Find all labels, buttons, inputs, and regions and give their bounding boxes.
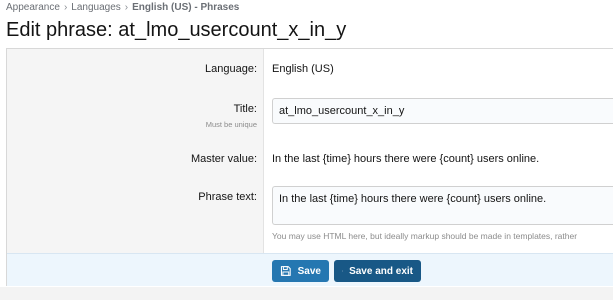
save-and-exit-button-label: Save and exit [349,265,413,277]
language-value: English (US) [272,63,334,75]
phrase-text-label: Phrase text: [198,191,257,203]
label-column [7,49,264,253]
master-value-label: Master value: [190,153,257,165]
title-hint: Must be unique [205,120,257,129]
page-footer-strip [0,287,613,300]
title-label: Title: [233,103,257,115]
breadcrumb: Appearance › Languages › English (US) - … [6,0,239,14]
save-and-exit-button[interactable]: Save and exit [334,260,421,282]
phrase-text-explain: You may use HTML here, but ideally marku… [272,231,578,241]
phrase-text-textarea[interactable]: In the last {time} hours there were {cou… [272,186,613,225]
breadcrumb-separator: › [124,1,129,13]
master-value-text: In the last {time} hours there were {cou… [272,153,540,165]
save-icon [342,270,343,272]
edit-phrase-form: Language: English (US) Title: Must be un… [6,48,613,286]
page-title: Edit phrase: at_lmo_usercount_x_in_y [6,19,347,41]
title-input[interactable] [272,98,613,124]
language-label: Language: [205,63,257,75]
breadcrumb-item-phrases[interactable]: English (US) - Phrases [132,2,239,13]
breadcrumb-item-languages[interactable]: Languages [71,2,121,13]
submit-row: Save Save and exit [7,253,613,286]
save-icon [280,266,291,276]
breadcrumb-separator: › [63,1,68,13]
save-button-label: Save [297,265,321,277]
breadcrumb-item-appearance[interactable]: Appearance [6,2,60,13]
save-button[interactable]: Save [272,260,329,282]
